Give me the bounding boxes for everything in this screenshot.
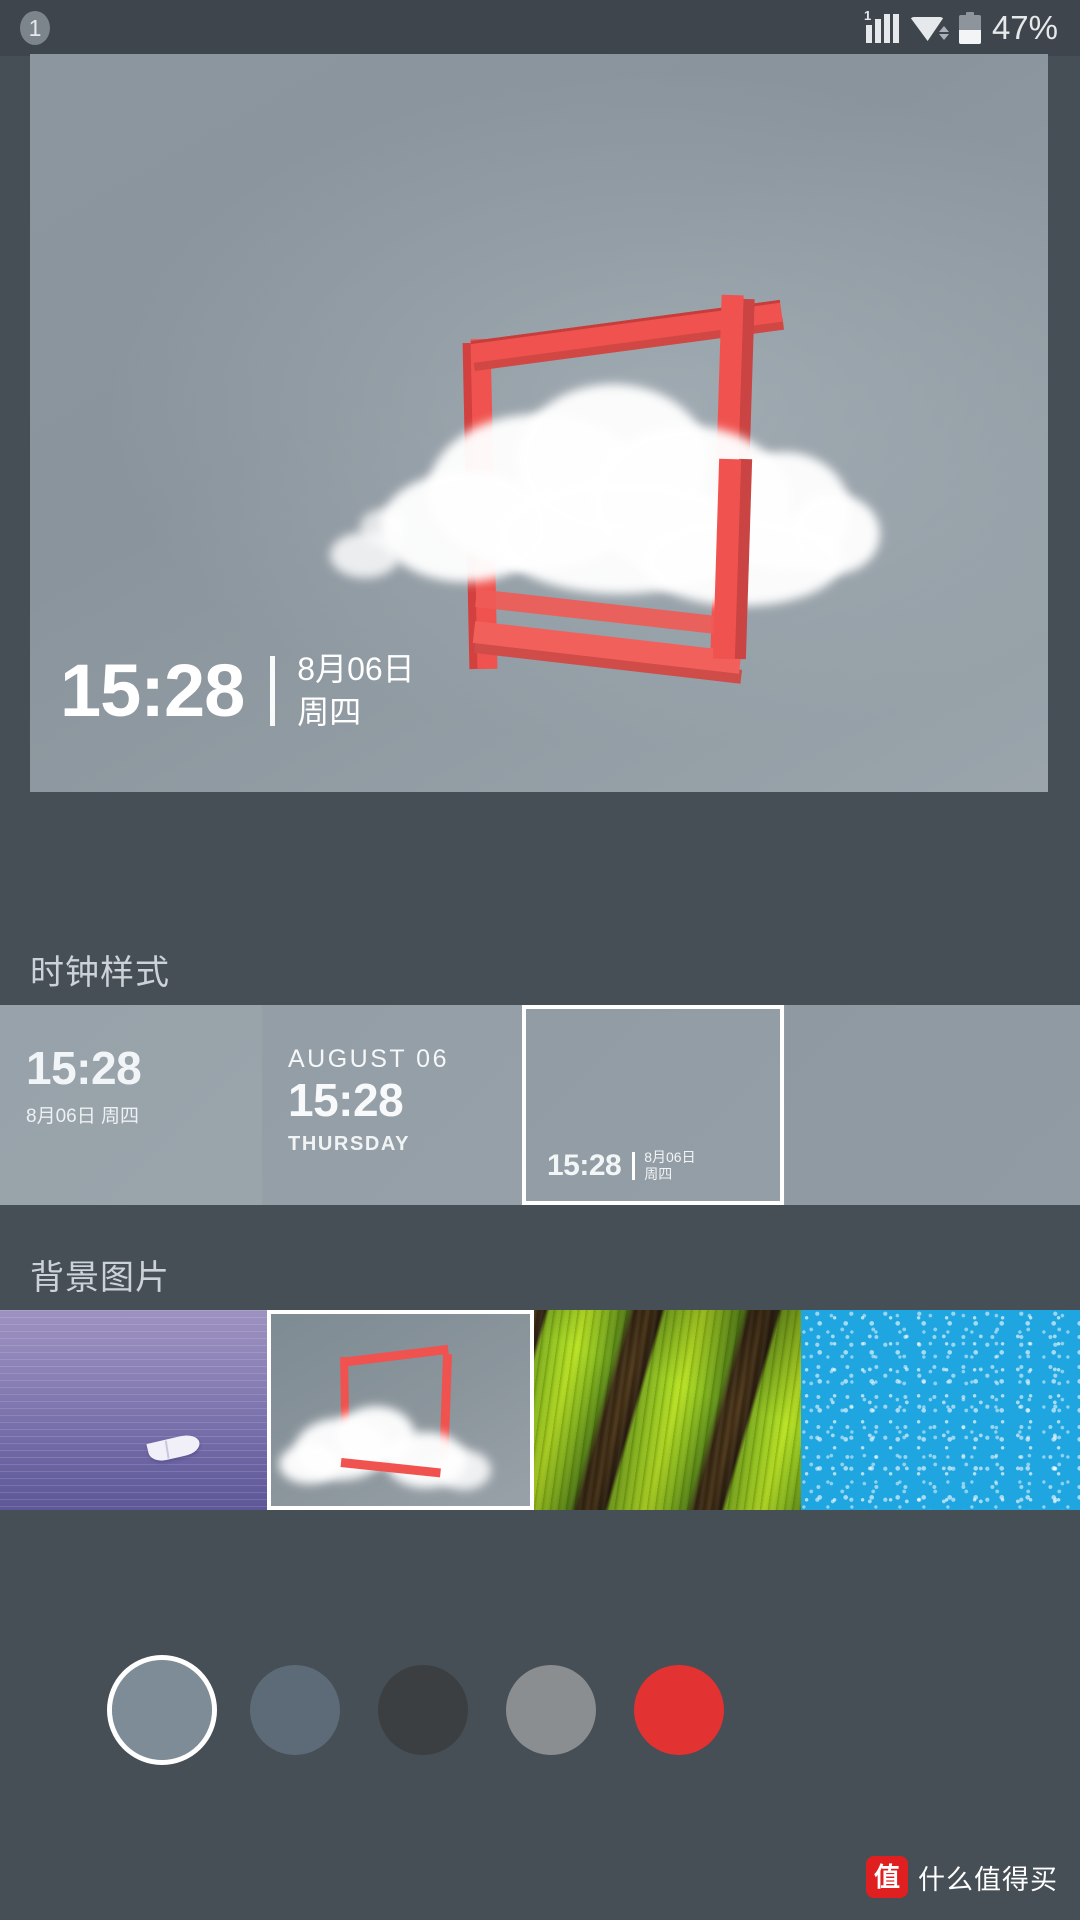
watermark: 值 什么值得买	[866, 1856, 1058, 1898]
smzdm-logo-icon: 值	[866, 1856, 908, 1898]
preview-clock-time: 15:28	[60, 648, 245, 732]
color-swatch-5[interactable]	[634, 1665, 724, 1755]
clock-style-option-4[interactable]	[785, 1005, 1080, 1205]
clock-style-3-row: 15:28 8月06日 周四	[547, 1149, 696, 1183]
clock-style-3-divider	[632, 1151, 636, 1180]
status-bar-right: 1 47%	[864, 9, 1058, 47]
clock-style-2-month-label: AUGUST 06	[288, 1045, 449, 1073]
clock-style-list: 15:28 8月06日 周四 AUGUST 06 15:28 THURSDAY …	[0, 1005, 1080, 1205]
clock-style-3-date: 8月06日	[644, 1148, 696, 1165]
notification-count-badge: 1	[20, 11, 50, 45]
clock-style-2-weekday-label: THURSDAY	[288, 1133, 411, 1155]
red-frame-foreground	[400, 289, 800, 709]
signal-icon: 1	[864, 9, 899, 43]
wifi-icon	[909, 13, 949, 43]
clock-style-3-weekday: 周四	[644, 1166, 673, 1183]
mini-red-frame-front	[329, 1354, 457, 1478]
clock-style-2-time: 15:28	[288, 1074, 404, 1126]
green-fields-shading	[534, 1310, 801, 1510]
preview-clock-divider	[270, 655, 276, 726]
battery-percent-label: 47%	[991, 9, 1058, 46]
preview-clock-date: 8月06日	[297, 650, 415, 687]
blue-texture-graphic	[801, 1310, 1080, 1510]
preview-clock: 15:28 8月06日 周四	[60, 650, 415, 732]
clock-style-option-1[interactable]: 15:28 8月06日 周四	[0, 1005, 262, 1205]
wallpaper-option-green-fields[interactable]	[534, 1310, 801, 1510]
wifi-data-arrows-icon	[938, 23, 949, 43]
status-bar-left: 1	[20, 11, 50, 45]
clock-style-heading: 时钟样式	[30, 954, 170, 992]
preview-clock-weekday: 周四	[297, 693, 362, 730]
wallpaper-option-cloud-frame[interactable]	[267, 1310, 534, 1510]
color-swatch-1[interactable]	[107, 1655, 217, 1765]
status-bar: 1 1 47%	[0, 0, 1080, 56]
color-swatch-4[interactable]	[506, 1665, 596, 1755]
clock-style-1-date: 8月06日 周四	[26, 1106, 139, 1127]
clock-style-1-time: 15:28	[26, 1042, 142, 1094]
battery-icon	[958, 12, 981, 44]
clock-style-option-3[interactable]: 15:28 8月06日 周四	[523, 1005, 785, 1205]
wallpaper-option-blue-texture[interactable]	[801, 1310, 1080, 1510]
clock-style-option-2[interactable]: AUGUST 06 15:28 THURSDAY	[262, 1005, 523, 1205]
clock-style-3-date-block: 8月06日 周四	[644, 1149, 695, 1183]
lockscreen-preview-area: 15:28 8月06日 周四	[0, 54, 1080, 836]
color-swatch-2[interactable]	[250, 1665, 340, 1755]
sim-number-label: 1	[863, 8, 872, 23]
watermark-label: 什么值得买	[918, 1864, 1058, 1895]
color-swatch-3[interactable]	[378, 1665, 468, 1755]
color-swatch-list	[0, 1650, 1080, 1770]
preview-clock-date-block: 8月06日 周四	[297, 650, 414, 732]
lockscreen-customization-screen: 1 1 47% 15:28 8月06日 周四 时钟样式 15:28 8月06日 …	[0, 0, 1080, 1920]
clock-style-3-time: 15:28	[547, 1148, 622, 1182]
wallpaper-option-purple-boat[interactable]	[0, 1310, 267, 1510]
purple-water-graphic	[0, 1310, 267, 1510]
wallpaper-list	[0, 1310, 1080, 1510]
lockscreen-preview[interactable]: 15:28 8月06日 周四	[30, 54, 1048, 792]
background-image-heading: 背景图片	[30, 1259, 170, 1297]
